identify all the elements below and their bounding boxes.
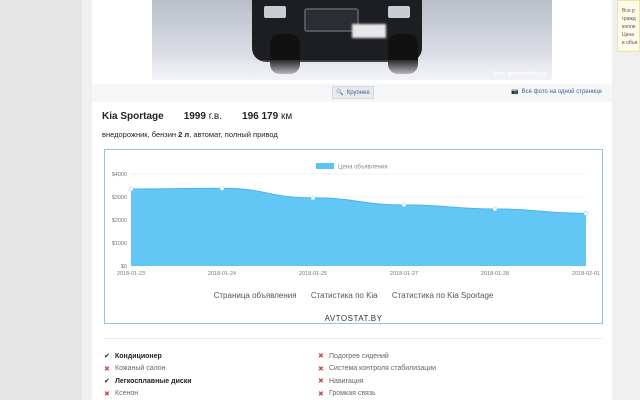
listing-page-link[interactable]: Страница объявления <box>214 291 297 300</box>
y-tick-label: $3000 <box>112 195 127 201</box>
all-photos-link[interactable]: 📷 Все фото на одной странице <box>511 88 602 96</box>
features-right: ✖ Подогрев сидений ✖ Система контроля стаби… <box>318 350 538 400</box>
cross-icon: ✖ <box>318 378 324 386</box>
feature-item: ✔ Легкосплавные диски <box>104 375 324 388</box>
x-tick-label: 2018-01-24 <box>208 271 236 277</box>
y-tick-label: $1000 <box>112 241 127 247</box>
feature-item: ✖ Громкая связь <box>318 388 538 400</box>
feature-label: Кондиционер <box>115 352 162 360</box>
feature-label: Кожаный салон <box>115 365 166 373</box>
listing-panel: Фото: gem.abcoffers.by 🔍 Крупнее 📷 Все ф… <box>92 0 612 400</box>
data-point <box>219 185 225 191</box>
car-description: внедорожник, бензин 2 л, автомат, полный… <box>102 130 278 139</box>
zoom-button[interactable]: 🔍 Крупнее <box>332 86 374 99</box>
x-tick-label: 2018-01-27 <box>390 271 418 277</box>
price-chart: $0 $1000 $2000 $3000 $4000 2018-01-23 2018-01-… <box>104 149 603 324</box>
data-point <box>310 195 316 201</box>
engine-volume: 2 л <box>178 130 190 139</box>
features-left: ✔ Кондиционер ✖ Кожаный салон ✔ Легкосплавные… <box>104 350 324 400</box>
avtostat-logo[interactable]: AVTOSTAT.BY <box>105 314 602 323</box>
mileage-value: 196 179 <box>242 111 279 122</box>
car-year: 1999 г.в. <box>184 111 222 122</box>
desc-suffix: , автомат, полный привод <box>189 130 278 139</box>
sportage-stats-link[interactable]: Статистика по Kia Sportage <box>392 291 494 300</box>
car-photo[interactable]: Фото: gem.abcoffers.by <box>152 0 552 80</box>
data-point <box>492 206 498 212</box>
photo-credit: Фото: gem.abcoffers.by <box>493 71 546 77</box>
photo-icon: 📷 <box>511 89 519 95</box>
license-plate <box>352 24 386 38</box>
x-tick-label: 2018-01-25 <box>299 271 327 277</box>
data-point <box>401 202 407 208</box>
feature-label: Громкая связь <box>329 390 376 398</box>
legend-label: Цена объявления <box>338 165 387 171</box>
series-area <box>131 188 586 266</box>
side-note-line: Все р <box>622 8 635 14</box>
desc-prefix: внедорожник, бензин <box>102 130 179 139</box>
check-icon: ✔ <box>104 353 110 361</box>
headlight-right <box>388 6 410 18</box>
left-gutter <box>0 0 82 400</box>
x-tick-label: 2018-01-28 <box>481 271 509 277</box>
legend-swatch <box>316 163 334 169</box>
cross-icon: ✖ <box>318 353 324 361</box>
feature-label: Легкосплавные диски <box>115 377 192 385</box>
photo-toolbar: 🔍 Крупнее 📷 Все фото на одной странице <box>92 84 612 102</box>
y-tick-label: $4000 <box>112 172 127 178</box>
magnifier-icon: 🔍 <box>336 90 344 96</box>
feature-item: ✖ Подогрев сидений <box>318 350 538 363</box>
car-model: Kia Sportage <box>102 111 164 122</box>
data-point <box>583 211 589 216</box>
chart-links: Страница объявления Статистика по Kia Ст… <box>105 291 602 300</box>
snow-ground <box>152 60 552 80</box>
feature-item: ✖ Ксенон <box>104 388 324 400</box>
cross-icon: ✖ <box>318 365 324 373</box>
car-mileage: 196 179 км <box>242 111 292 122</box>
side-note-line: гражд <box>622 16 636 22</box>
x-tick-label: 2018-01-23 <box>117 271 145 277</box>
feature-label: Ксенон <box>115 390 139 398</box>
divider <box>104 338 603 339</box>
car-grille <box>304 8 359 32</box>
y-tick-label: $0 <box>121 264 127 270</box>
feature-item: ✖ Система контроля стабилизации <box>318 363 538 376</box>
feature-label: Подогрев сидений <box>329 352 389 360</box>
feature-item: ✖ Кожаный салон <box>104 363 324 376</box>
feature-item: ✔ Кондиционер <box>104 350 324 363</box>
cross-icon: ✖ <box>104 390 110 398</box>
zoom-label: Крупнее <box>346 89 370 96</box>
headlight-left <box>264 6 286 18</box>
feature-label: Навигация <box>329 377 364 385</box>
x-tick-label: 2018-02-01 <box>572 271 600 277</box>
year-value: 1999 <box>183 111 206 122</box>
mileage-unit: км <box>280 111 293 122</box>
all-photos-label: Все фото на одной странице <box>521 88 602 95</box>
side-note: Все р гражд колле Цена в объя <box>617 0 640 52</box>
feature-label: Система контроля стабилизации <box>329 365 437 373</box>
data-point <box>128 186 134 192</box>
y-tick-label: $2000 <box>112 218 127 224</box>
check-icon: ✔ <box>104 378 110 386</box>
price-chart-svg: $0 $1000 $2000 $3000 $4000 2018-01-23 2018-01-… <box>112 163 600 277</box>
kia-stats-link[interactable]: Статистика по Kia <box>311 291 378 300</box>
side-note-line: Цена <box>622 32 635 38</box>
cross-icon: ✖ <box>104 365 110 373</box>
year-unit: г.в. <box>208 111 223 122</box>
side-note-line: колле <box>622 24 636 30</box>
cross-icon: ✖ <box>318 390 324 398</box>
listing-title: Kia Sportage 1999 г.в. 196 179 км <box>102 111 292 122</box>
feature-item: ✖ Навигация <box>318 375 538 388</box>
side-note-line: в объя <box>622 40 638 46</box>
